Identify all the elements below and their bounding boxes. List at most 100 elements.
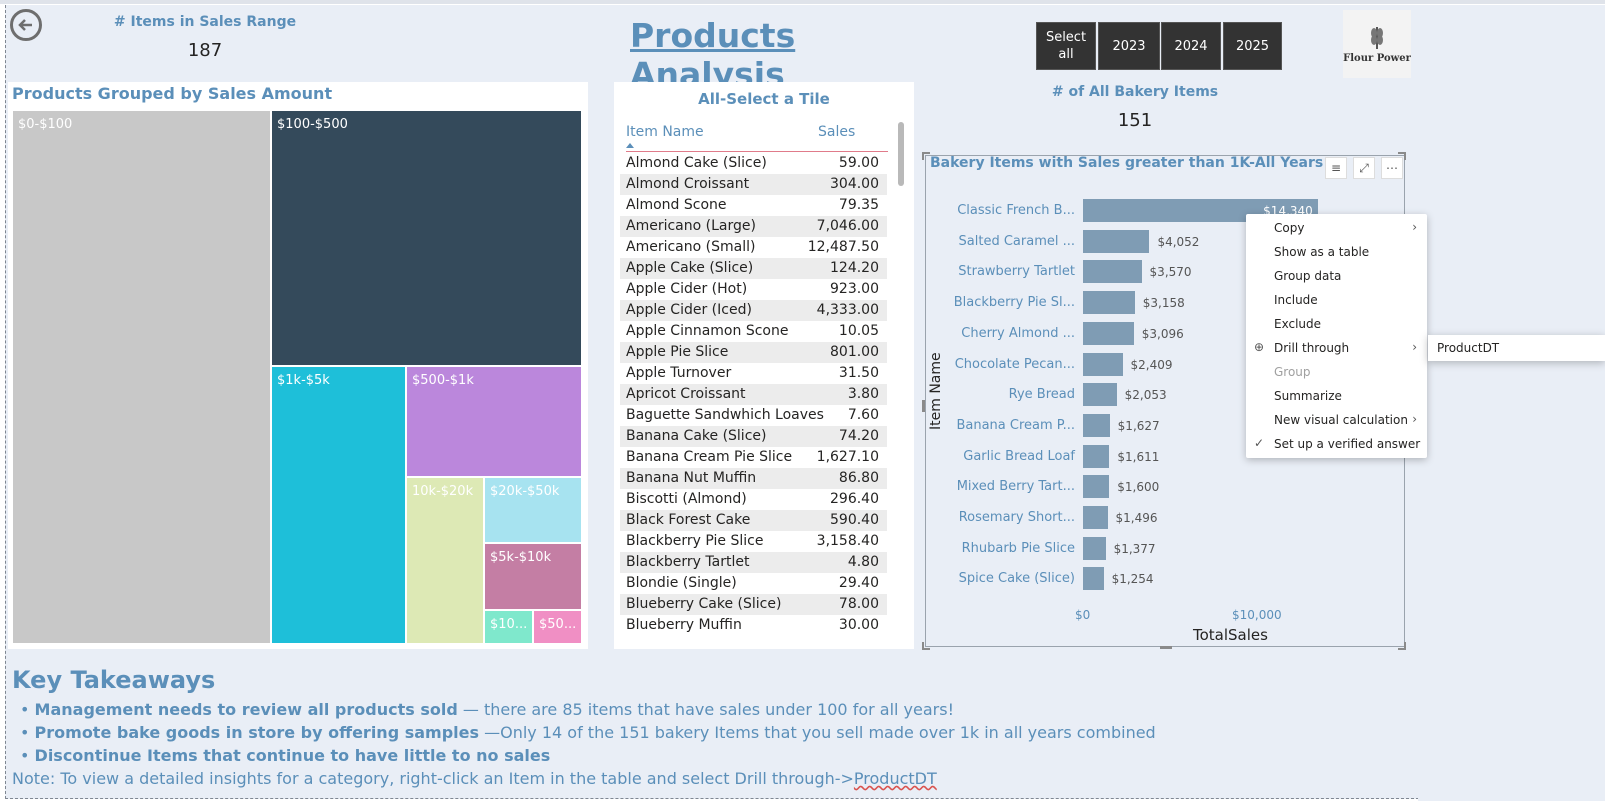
table-cell-sales: 1,627.10 [816, 449, 879, 465]
menu-item-drill-through[interactable]: Drill through [1274, 341, 1349, 355]
bar-category-label: Mixed Berry Tart... [956, 479, 1075, 495]
table-cell-item-name: Banana Cream Pie Slice [626, 449, 793, 465]
drill-note: Note: To view a detailed insights for a … [12, 769, 937, 788]
note-link-productdt[interactable]: ProductDT [854, 769, 937, 788]
table-cell-sales: 7,046.00 [816, 218, 879, 234]
menu-item-summarize[interactable]: Summarize [1274, 389, 1342, 403]
table-row[interactable]: Biscotti (Almond) 296.40 [620, 489, 887, 510]
table-row[interactable]: Almond Croissant 304.00 [620, 174, 887, 195]
menu-item-group-data[interactable]: Group data [1274, 269, 1341, 283]
table-cell-sales: 3,158.40 [816, 533, 879, 549]
bar-data-label: $1,496 [1115, 511, 1158, 525]
menu-item-include[interactable]: Include [1274, 293, 1318, 307]
frame-corner-bl[interactable] [922, 642, 930, 650]
table-row[interactable]: Blackberry Tartlet 4.80 [620, 552, 887, 573]
table-cell-sales: 31.50 [838, 365, 879, 381]
treemap-tile-50-small[interactable]: $50... [533, 610, 582, 644]
frame-corner-tl[interactable] [922, 152, 930, 160]
slicer-select-all[interactable]: Select all [1036, 22, 1096, 70]
submenu-item-productdt[interactable]: ProductDT [1437, 341, 1499, 355]
frame-corner-br[interactable] [1398, 642, 1406, 650]
table-cell-sales: 29.40 [838, 575, 879, 591]
frame-handle-bottom[interactable] [1160, 646, 1172, 649]
table-row[interactable]: Almond Cake (Slice) 59.00 [620, 153, 887, 174]
bar-mark[interactable] [1083, 260, 1142, 284]
x-axis-title: TotalSales [1193, 626, 1268, 644]
bar-mark[interactable] [1083, 475, 1110, 499]
bar-mark[interactable] [1083, 321, 1134, 345]
bar-data-label: $4,052 [1157, 234, 1200, 249]
verified-check-icon: ✓ [1254, 436, 1265, 450]
table-row[interactable]: Apple Pie Slice 801.00 [620, 342, 887, 363]
table-row[interactable]: Americano (Small) 12,487.50 [620, 237, 887, 258]
table-row[interactable]: Blondie (Single) 29.40 [620, 573, 887, 594]
table-row[interactable]: Blueberry Muffin 30.00 [620, 615, 887, 636]
table-cell-sales: 30.00 [838, 617, 879, 633]
treemap-tile-10-small[interactable]: $10... [484, 610, 533, 644]
table-row[interactable]: Apple Cider (Hot) 923.00 [620, 279, 887, 300]
table-cell-sales: 7.60 [847, 407, 879, 423]
more-options-icon[interactable]: ⋯ [1381, 157, 1403, 179]
menu-item-new-visual-calculation[interactable]: New visual calculation [1274, 413, 1408, 427]
bar-mark[interactable] [1083, 506, 1108, 529]
slicer-2024[interactable]: 2024 [1161, 22, 1221, 70]
slicer-2023[interactable]: 2023 [1098, 22, 1160, 70]
filter-icon[interactable]: ≡ [1325, 157, 1347, 179]
treemap-tile-10k-20k[interactable]: 10k-$20k [406, 477, 484, 644]
bar-mark[interactable] [1083, 413, 1110, 437]
bar-mark[interactable] [1083, 536, 1106, 560]
table-cell-item-name: Apple Cinnamon Scone [626, 323, 789, 339]
bar-category-label: Cherry Almond ... [961, 325, 1075, 341]
takeaway-2: • Promote bake goods in store by offerin… [20, 723, 1156, 742]
table-cell-sales: 79.35 [838, 197, 879, 213]
table-row[interactable]: Blackberry Pie Slice 3,158.40 [620, 531, 887, 552]
bar-mark[interactable] [1083, 383, 1117, 407]
kpi-bakery-items-title: # of All Bakery Items [1051, 84, 1219, 100]
table-cell-item-name: Blackberry Tartlet [626, 554, 750, 570]
bar-category-label: Classic French B... [957, 203, 1075, 218]
note-text: Note: To view a detailed insights for a … [12, 769, 854, 788]
table-row[interactable]: Black Forest Cake 590.40 [620, 510, 887, 531]
column-header-sales[interactable]: Sales [818, 124, 855, 140]
column-header-item-name[interactable]: Item Name [626, 124, 704, 140]
menu-item-exclude[interactable]: Exclude [1274, 317, 1321, 331]
bar-mark[interactable] [1083, 229, 1150, 253]
table-row[interactable]: Apple Cake (Slice) 124.20 [620, 258, 887, 279]
treemap-tile-500-1k[interactable]: $500-$1k [406, 366, 582, 477]
table-row[interactable]: Americano (Large) 7,046.00 [620, 216, 887, 237]
bar-data-label: $1,377 [1113, 541, 1156, 556]
treemap-tile-5k-10k[interactable]: $5k-$10k [484, 543, 582, 610]
table-row[interactable]: Banana Nut Muffin 86.80 [620, 468, 887, 489]
focus-mode-icon[interactable]: ⤢ [1353, 157, 1375, 179]
bar-mark[interactable] [1083, 352, 1123, 376]
menu-item-show-as-table[interactable]: Show as a table [1274, 245, 1369, 259]
table-row[interactable]: Apple Turnover 31.50 [620, 363, 887, 384]
menu-item-verified-answer[interactable]: Set up a verified answer [1274, 437, 1420, 451]
treemap-tile-0-100[interactable]: $0-$100 [12, 110, 271, 644]
table-scrollbar[interactable] [898, 122, 904, 186]
table-cell-item-name: Blueberry Cake (Slice) [626, 596, 782, 612]
table-row[interactable]: Apple Cider (Iced) 4,333.00 [620, 300, 887, 321]
back-arrow-icon[interactable] [10, 9, 42, 41]
table-row[interactable]: Apricot Croissant 3.80 [620, 384, 887, 405]
menu-item-copy[interactable]: Copy [1274, 221, 1304, 235]
bar-mark[interactable] [1083, 567, 1104, 591]
chevron-right-icon: › [1412, 220, 1417, 234]
table-cell-sales: 78.00 [838, 596, 879, 612]
table-row[interactable]: Almond Scone 79.35 [620, 195, 887, 216]
table-row[interactable]: Apple Cinnamon Scone 10.05 [620, 321, 887, 342]
table-cell-item-name: Almond Croissant [626, 176, 750, 192]
table-row[interactable]: Baguette Sandwhich Loaves 7.60 [620, 405, 887, 426]
table-cell-sales: 3.80 [847, 386, 879, 402]
table-row[interactable]: Banana Cream Pie Slice 1,627.10 [620, 447, 887, 468]
treemap-tile-100-500[interactable]: $100-$500 [271, 110, 582, 366]
slicer-2025[interactable]: 2025 [1223, 22, 1282, 70]
bar-mark[interactable] [1083, 291, 1135, 315]
table-cell-item-name: Almond Cake (Slice) [626, 155, 767, 171]
bar-mark[interactable] [1083, 444, 1110, 468]
treemap-tile-1k-5k[interactable]: $1k-$5k [271, 366, 406, 644]
treemap-tile-20k-50k[interactable]: $20k-$50k [484, 477, 582, 543]
table-row[interactable]: Banana Cake (Slice) 74.20 [620, 426, 887, 447]
bar-category-label: Strawberry Tartlet [958, 264, 1075, 280]
table-row[interactable]: Blueberry Cake (Slice) 78.00 [620, 594, 887, 615]
